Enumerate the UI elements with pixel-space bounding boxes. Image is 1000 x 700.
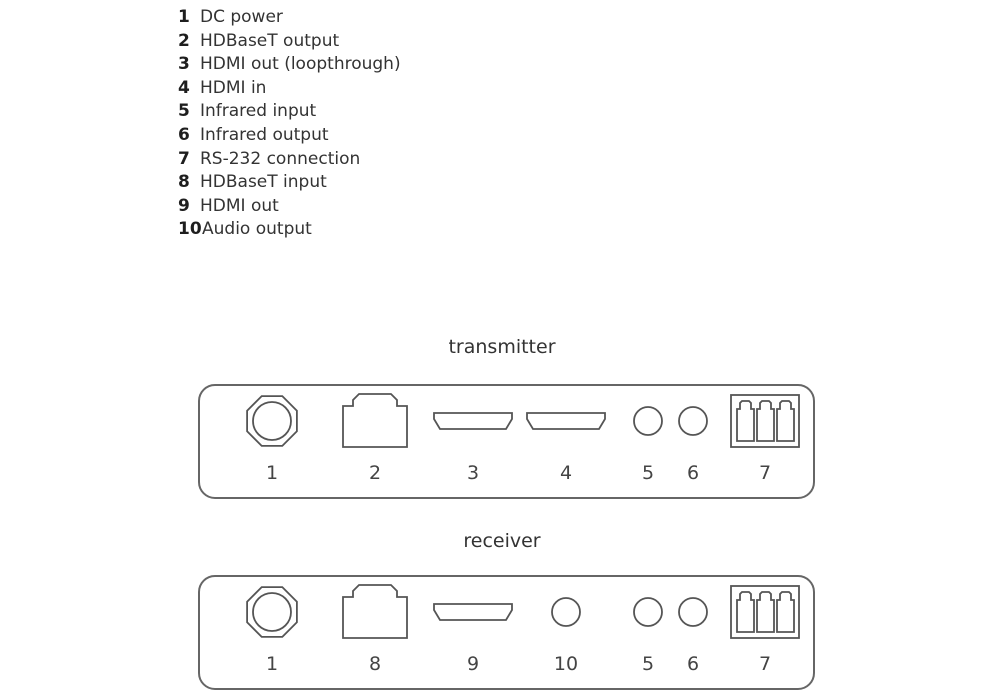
hdmi-port-icon — [433, 412, 513, 430]
port-number-label: 1 — [266, 653, 278, 675]
audio-jack-icon — [633, 406, 663, 436]
transmitter-outline — [198, 384, 815, 499]
audio-jack-icon — [551, 597, 581, 627]
port-number-label: 7 — [759, 462, 771, 484]
port-number-label: 3 — [467, 462, 479, 484]
port-number-label: 9 — [467, 653, 479, 675]
port-number-label: 7 — [759, 653, 771, 675]
port-number-label: 10 — [554, 653, 578, 675]
ethernet-port-icon — [342, 584, 408, 639]
dc-power-icon — [246, 586, 298, 638]
audio-jack-icon — [678, 406, 708, 436]
port-number-label: 1 — [266, 462, 278, 484]
port-number-label: 4 — [560, 462, 572, 484]
port-number-label: 6 — [687, 462, 699, 484]
hdmi-port-icon — [433, 603, 513, 621]
transmitter-ports: 1 2 3 4 5 6 7 — [246, 393, 800, 484]
audio-jack-icon — [633, 597, 663, 627]
port-number-label: 5 — [642, 462, 654, 484]
port-number-label: 8 — [369, 653, 381, 675]
transmitter-panel: 1 2 3 4 5 6 7 — [198, 384, 815, 499]
hdmi-port-icon — [526, 412, 606, 430]
port-number-label: 5 — [642, 653, 654, 675]
audio-jack-icon — [678, 597, 708, 627]
port-number-label: 6 — [687, 653, 699, 675]
receiver-outline — [198, 575, 815, 690]
port-number-label: 2 — [369, 462, 381, 484]
terminal-block-icon — [730, 394, 800, 448]
terminal-block-icon — [730, 585, 800, 639]
ethernet-port-icon — [342, 393, 408, 448]
receiver-panel: 1 8 9 10 5 6 7 — [198, 575, 815, 690]
dc-power-icon — [246, 395, 298, 447]
receiver-ports: 1 8 9 10 5 6 7 — [246, 584, 800, 675]
device-panels: 1 2 3 4 5 6 7 1 8 9 10 5 6 7 — [198, 384, 815, 690]
